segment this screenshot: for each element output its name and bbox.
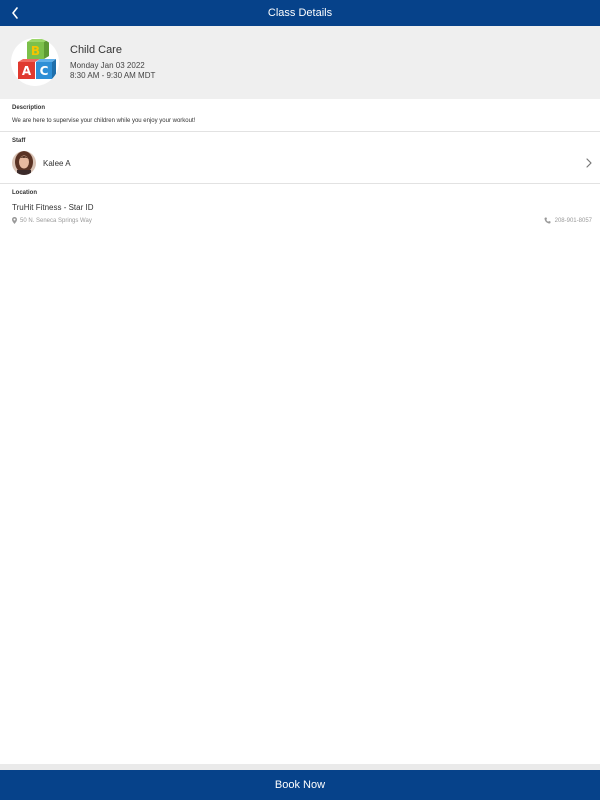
phone-text: 208-901-8057 <box>554 217 592 224</box>
phone-icon <box>544 217 551 224</box>
svg-text:B: B <box>31 44 40 58</box>
svg-text:C: C <box>40 64 49 78</box>
abc-blocks-icon: B A C <box>18 39 56 79</box>
svg-text:A: A <box>22 64 32 78</box>
top-bar: Class Details <box>0 0 600 26</box>
staff-label: Staff <box>12 138 26 144</box>
location-address[interactable]: 50 N. Seneca Springs Way <box>12 217 92 224</box>
map-pin-icon <box>12 217 17 224</box>
location-name: TruHit Fitness - Star ID <box>12 203 94 212</box>
divider <box>0 131 600 132</box>
chevron-left-icon <box>12 7 18 19</box>
divider <box>0 183 600 184</box>
back-button[interactable] <box>4 0 26 26</box>
location-phone[interactable]: 208-901-8057 <box>544 217 592 224</box>
description-label: Description <box>12 105 46 111</box>
book-now-button[interactable]: Book Now <box>0 770 600 800</box>
description-text: We are here to supervise your children w… <box>12 118 196 124</box>
class-date: Monday Jan 03 2022 <box>70 61 145 70</box>
class-header: B A C Child Care Monday Jan 03 2022 8:30… <box>0 26 600 99</box>
staff-name: Kalee A <box>43 159 71 168</box>
class-time: 8:30 AM - 9:30 AM MDT <box>70 71 156 80</box>
person-photo <box>12 151 36 175</box>
class-logo: B A C <box>11 38 59 86</box>
location-label: Location <box>12 190 37 196</box>
staff-row[interactable]: Kalee A <box>0 149 600 179</box>
address-text: 50 N. Seneca Springs Way <box>20 217 92 224</box>
staff-avatar <box>12 151 36 175</box>
chevron-right-icon <box>586 158 592 168</box>
page-title: Class Details <box>267 7 333 19</box>
class-name: Child Care <box>70 44 122 56</box>
